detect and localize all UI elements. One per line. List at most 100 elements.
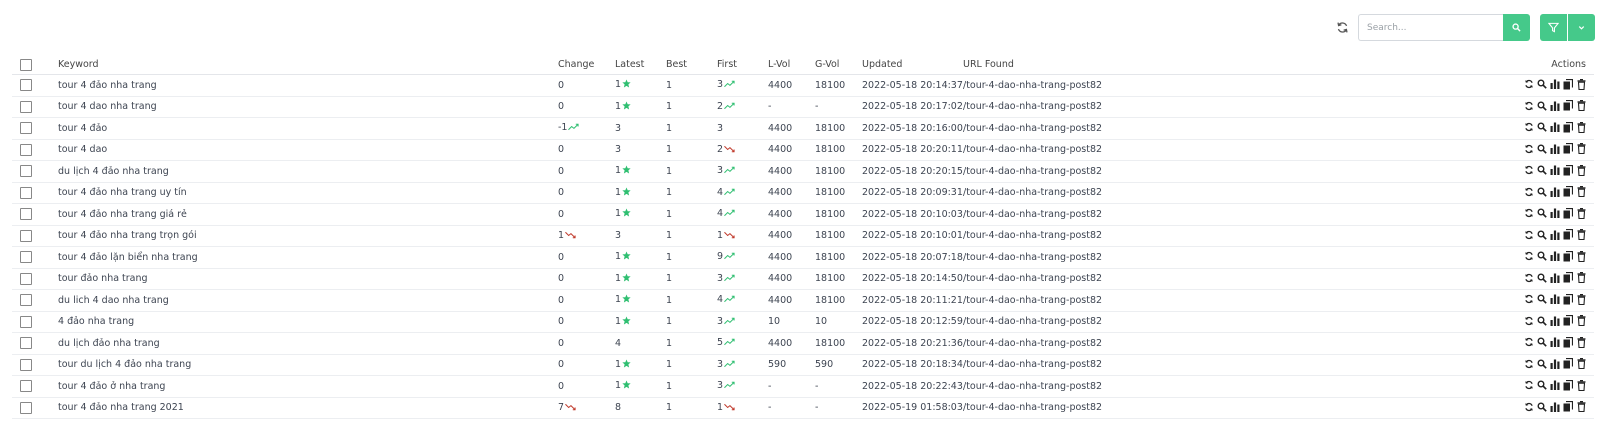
table-row[interactable]: tour 4 đảo lặn biển nha trang 0 1 1 9 4400 181… (12, 246, 1594, 269)
copy-icon[interactable] (1563, 207, 1573, 219)
refresh-icon[interactable] (1524, 337, 1534, 348)
refresh-icon[interactable] (1524, 229, 1534, 240)
delete-icon[interactable] (1576, 272, 1586, 283)
delete-icon[interactable] (1576, 207, 1586, 219)
header-change[interactable]: Change (558, 55, 615, 75)
refresh-icon[interactable] (1524, 186, 1534, 197)
delete-icon[interactable] (1576, 229, 1586, 240)
filter-button[interactable] (1540, 14, 1567, 41)
chart-icon[interactable] (1550, 337, 1560, 348)
url-found-cell[interactable]: /tour-4-dao-nha-trang-post82 (963, 397, 1103, 419)
table-row[interactable]: 4 đảo nha trang 0 1 1 3 10 10 2022-05-18 20:12:… (12, 311, 1594, 333)
table-row[interactable]: tour du lịch 4 đảo nha trang 0 1 1 3 590 590 20… (12, 354, 1594, 376)
search-icon[interactable] (1537, 208, 1547, 219)
header-first[interactable]: First (717, 55, 768, 75)
header-best[interactable]: Best (666, 55, 717, 75)
search-input[interactable] (1359, 16, 1505, 40)
refresh-icon[interactable] (1524, 251, 1534, 262)
url-found-cell[interactable]: /tour-4-dao-nha-trang-post82 (963, 96, 1103, 118)
copy-icon[interactable] (1563, 272, 1573, 283)
refresh-icon[interactable] (1524, 272, 1534, 283)
table-row[interactable]: tour 4 đảo nha trang 2021 7 8 1 1- -2022-05-1… (12, 397, 1594, 419)
chart-icon[interactable] (1550, 100, 1560, 111)
url-found-cell[interactable]: /tour-4-dao-nha-trang-post82 (963, 354, 1103, 376)
delete-icon[interactable] (1576, 315, 1586, 326)
chart-icon[interactable] (1550, 229, 1560, 240)
table-row[interactable]: du lịch 4 đảo nha trang 0 1 1 3 4400 18100 2022… (12, 160, 1594, 183)
search-icon[interactable] (1537, 337, 1547, 348)
table-row[interactable]: tour 4 đảo nha trang uy tín 0 1 1 4 4400 18100… (12, 182, 1594, 204)
url-found-cell[interactable]: /tour-4-dao-nha-trang-post82 (963, 375, 1103, 398)
delete-icon[interactable] (1576, 401, 1586, 412)
chart-icon[interactable] (1550, 401, 1560, 412)
row-checkbox[interactable] (20, 337, 32, 350)
delete-icon[interactable] (1576, 100, 1586, 111)
delete-icon[interactable] (1576, 336, 1586, 348)
copy-icon[interactable] (1563, 401, 1573, 412)
copy-icon[interactable] (1563, 250, 1573, 262)
search-icon[interactable] (1537, 315, 1547, 326)
copy-icon[interactable] (1563, 186, 1573, 197)
chart-icon[interactable] (1550, 208, 1560, 219)
chart-icon[interactable] (1550, 358, 1560, 369)
copy-icon[interactable] (1563, 293, 1573, 305)
search-icon[interactable] (1537, 143, 1547, 154)
delete-icon[interactable] (1576, 143, 1586, 154)
search-icon[interactable] (1537, 165, 1547, 176)
url-found-cell[interactable]: /tour-4-dao-nha-trang-post82 (963, 332, 1103, 355)
url-found-cell[interactable]: /tour-4-dao-nha-trang-post82 (963, 117, 1103, 140)
table-row[interactable]: tour 4 đảo nha trang giá rẻ 0 1 1 4 4400 18100… (12, 203, 1594, 226)
delete-icon[interactable] (1576, 121, 1586, 133)
search-icon[interactable] (1537, 294, 1547, 305)
table-row[interactable]: tour đảo nha trang 0 1 1 3 4400 18100 2022-05-1… (12, 268, 1594, 290)
search-icon[interactable] (1537, 251, 1547, 262)
search-icon[interactable] (1537, 229, 1547, 240)
url-found-cell[interactable]: /tour-4-dao-nha-trang-post82 (963, 160, 1103, 183)
refresh-icon[interactable] (1336, 19, 1352, 35)
row-checkbox[interactable] (20, 272, 32, 285)
chart-icon[interactable] (1550, 315, 1560, 326)
refresh-icon[interactable] (1524, 143, 1534, 154)
copy-icon[interactable] (1563, 315, 1573, 326)
chart-icon[interactable] (1550, 122, 1560, 133)
row-checkbox[interactable] (20, 315, 32, 328)
row-checkbox[interactable] (20, 100, 32, 113)
row-checkbox[interactable] (20, 294, 32, 307)
filter-dropdown-button[interactable] (1568, 14, 1595, 41)
search-icon[interactable] (1537, 186, 1547, 197)
copy-icon[interactable] (1563, 143, 1573, 154)
copy-icon[interactable] (1563, 229, 1573, 240)
refresh-icon[interactable] (1524, 358, 1534, 369)
search-icon[interactable] (1537, 100, 1547, 111)
copy-icon[interactable] (1563, 121, 1573, 133)
header-keyword[interactable]: Keyword (58, 55, 558, 75)
chart-icon[interactable] (1550, 380, 1560, 391)
chart-icon[interactable] (1550, 186, 1560, 197)
chart-icon[interactable] (1550, 79, 1560, 90)
chart-icon[interactable] (1550, 294, 1560, 305)
url-found-cell[interactable]: /tour-4-dao-nha-trang-post82 (963, 246, 1103, 269)
header-url-found[interactable]: URL Found (963, 55, 1103, 75)
refresh-icon[interactable] (1524, 122, 1534, 133)
url-found-cell[interactable]: /tour-4-dao-nha-trang-post82 (963, 268, 1103, 290)
url-found-cell[interactable]: /tour-4-dao-nha-trang-post82 (963, 182, 1103, 204)
table-row[interactable]: du lịch đảo nha trang 0 4 1 5 4400 18100 2022-0… (12, 332, 1594, 355)
refresh-icon[interactable] (1524, 380, 1534, 391)
refresh-icon[interactable] (1524, 294, 1534, 305)
search-icon[interactable] (1537, 380, 1547, 391)
row-checkbox[interactable] (20, 208, 32, 221)
row-checkbox[interactable] (20, 186, 32, 199)
table-row[interactable]: tour 4 dao nha trang 0 1 1 2- -2022-05-18 20:… (12, 96, 1594, 118)
row-checkbox[interactable] (20, 358, 32, 371)
url-found-cell[interactable]: /tour-4-dao-nha-trang-post82 (963, 225, 1103, 247)
copy-icon[interactable] (1563, 164, 1573, 176)
row-checkbox[interactable] (20, 251, 32, 264)
delete-icon[interactable] (1576, 379, 1586, 391)
table-row[interactable]: tour 4 đảo nha trang 0 1 1 3 4400 18100 2022-05… (12, 74, 1594, 97)
table-row[interactable]: du lich 4 dao nha trang 0 1 1 4 4400 18100 2022… (12, 289, 1594, 312)
search-icon[interactable] (1537, 79, 1547, 90)
chart-icon[interactable] (1550, 251, 1560, 262)
copy-icon[interactable] (1563, 336, 1573, 348)
url-found-cell[interactable]: /tour-4-dao-nha-trang-post82 (963, 74, 1103, 97)
refresh-icon[interactable] (1524, 315, 1534, 326)
